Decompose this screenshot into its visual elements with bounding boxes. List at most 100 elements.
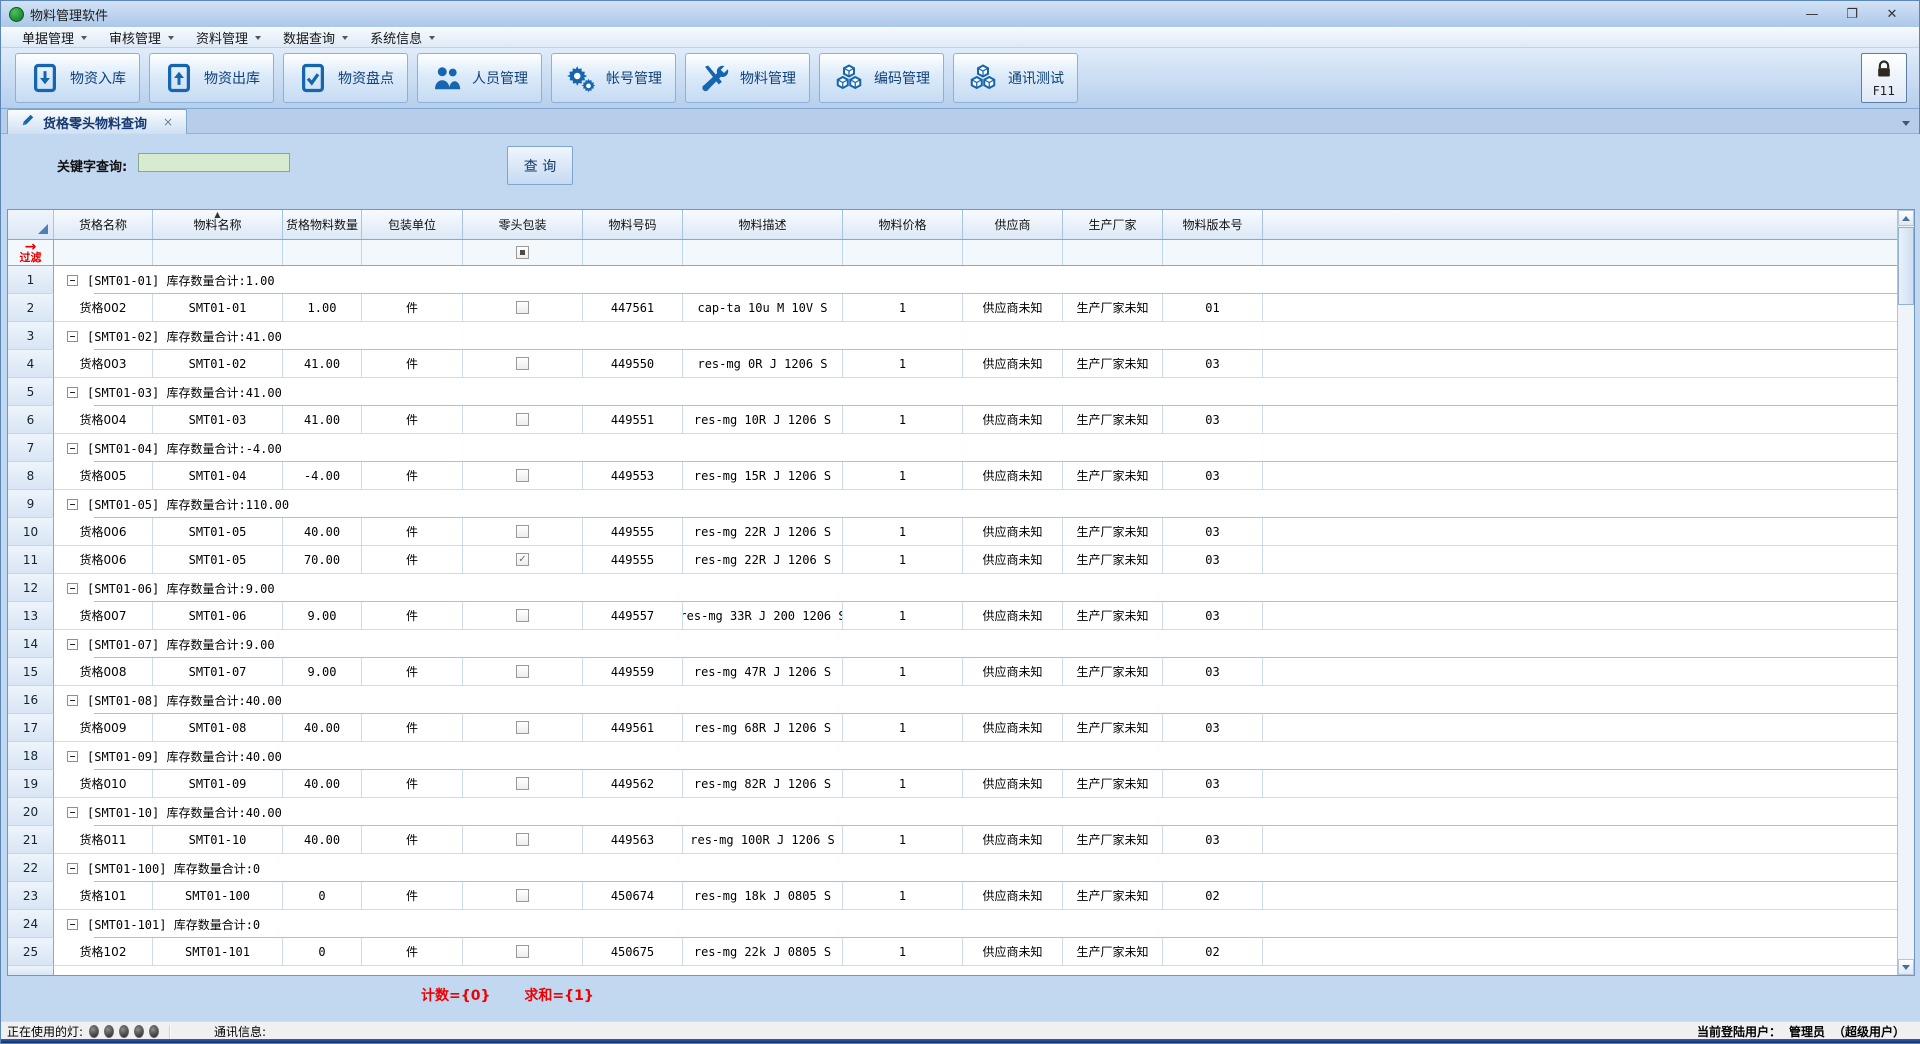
fraction-package-checkbox[interactable] <box>516 609 529 622</box>
fraction-package-checkbox[interactable] <box>516 721 529 734</box>
group-row[interactable]: 3[SMT01-02] 库存数量合计:41.00 <box>8 322 1897 350</box>
table-row[interactable]: 23货格101SMT01-1000件450674res-mg 18k J 080… <box>8 882 1897 910</box>
tab-close-icon[interactable]: × <box>155 115 173 129</box>
cell-version[interactable]: 03 <box>1163 350 1263 378</box>
filter-cell-price[interactable] <box>843 240 963 265</box>
cell-code[interactable]: 449561 <box>583 714 683 742</box>
cell-material[interactable]: SMT01-09 <box>153 770 283 798</box>
cell-price[interactable]: 1 <box>843 882 963 910</box>
cell-maker[interactable]: 生产厂家未知 <box>1063 546 1163 574</box>
fraction-package-checkbox[interactable] <box>516 413 529 426</box>
cell-supplier[interactable]: 供应商未知 <box>963 714 1063 742</box>
cell-unit[interactable]: 件 <box>362 826 463 854</box>
cell-qty[interactable]: 9.00 <box>283 602 362 630</box>
cell-code[interactable]: 447561 <box>583 294 683 322</box>
fraction-package-checkbox[interactable] <box>516 833 529 846</box>
cell-qty[interactable]: 40.00 <box>283 714 362 742</box>
column-header-maker[interactable]: 生产厂家 <box>1063 210 1163 239</box>
fraction-package-checkbox[interactable] <box>516 469 529 482</box>
cell-rack[interactable]: 货格011 <box>54 826 153 854</box>
cell-material[interactable]: SMT01-02 <box>153 350 283 378</box>
cell-supplier[interactable]: 供应商未知 <box>963 770 1063 798</box>
fraction-package-checkbox[interactable] <box>516 357 529 370</box>
filter-cell-code[interactable] <box>583 240 683 265</box>
cell-qty[interactable]: 41.00 <box>283 350 362 378</box>
cell-frac[interactable] <box>463 406 583 434</box>
cell-qty[interactable]: 1.00 <box>283 294 362 322</box>
menu-item-data-query[interactable]: 数据查询 <box>272 26 359 49</box>
cell-rack[interactable]: 货格009 <box>54 714 153 742</box>
menu-item-sys-info[interactable]: 系统信息 <box>359 26 446 49</box>
toolbar-button-stock-in[interactable]: 物资入库 <box>15 53 140 103</box>
cell-desc[interactable]: res-mg 100R J 1206 S <box>683 826 843 854</box>
cell-qty[interactable]: 40.00 <box>283 826 362 854</box>
row-number[interactable]: 10 <box>8 518 54 546</box>
cell-unit[interactable]: 件 <box>362 406 463 434</box>
fraction-package-checkbox[interactable] <box>516 945 529 958</box>
cell-qty[interactable]: 0 <box>283 882 362 910</box>
cell-supplier[interactable]: 供应商未知 <box>963 546 1063 574</box>
row-number[interactable]: 7 <box>8 434 54 462</box>
toolbar-button-coding-mgmt[interactable]: 编码管理 <box>819 53 944 103</box>
cell-unit[interactable]: 件 <box>362 882 463 910</box>
cell-supplier[interactable]: 供应商未知 <box>963 938 1063 966</box>
row-number[interactable]: 16 <box>8 686 54 714</box>
cell-desc[interactable]: res-mg 15R J 1206 S <box>683 462 843 490</box>
cell-rack[interactable]: 货格003 <box>54 350 153 378</box>
cell-version[interactable]: 03 <box>1163 658 1263 686</box>
table-row[interactable]: 6货格004SMT01-0341.00件449551res-mg 10R J 1… <box>8 406 1897 434</box>
cell-unit[interactable]: 件 <box>362 350 463 378</box>
cell-supplier[interactable]: 供应商未知 <box>963 294 1063 322</box>
cell-desc[interactable]: res-mg 33R J 200 1206 S <box>683 602 843 630</box>
cell-frac[interactable] <box>463 294 583 322</box>
filter-cell-frac[interactable] <box>463 240 583 265</box>
row-number[interactable]: 1 <box>8 266 54 294</box>
cell-version[interactable]: 03 <box>1163 602 1263 630</box>
filter-cell-supplier[interactable] <box>963 240 1063 265</box>
fraction-package-checkbox[interactable] <box>516 553 529 566</box>
cell-desc[interactable]: res-mg 18k J 0805 S <box>683 882 843 910</box>
cell-code[interactable]: 450675 <box>583 938 683 966</box>
cell-code[interactable]: 449559 <box>583 658 683 686</box>
collapse-group-icon[interactable] <box>67 639 78 650</box>
cell-qty[interactable]: -4.00 <box>283 462 362 490</box>
cell-qty[interactable]: 40.00 <box>283 518 362 546</box>
row-number[interactable]: 18 <box>8 742 54 770</box>
cell-desc[interactable]: res-mg 0R J 1206 S <box>683 350 843 378</box>
cell-frac[interactable] <box>463 714 583 742</box>
cell-rack[interactable]: 货格006 <box>54 546 153 574</box>
collapse-group-icon[interactable] <box>67 919 78 930</box>
cell-version[interactable]: 01 <box>1163 294 1263 322</box>
cell-qty[interactable]: 40.00 <box>283 770 362 798</box>
group-row[interactable]: 9[SMT01-05] 库存数量合计:110.00 <box>8 490 1897 518</box>
collapse-group-icon[interactable] <box>67 751 78 762</box>
cell-frac[interactable] <box>463 658 583 686</box>
tab-rack-fraction-query[interactable]: 货格零头物料查询 × <box>7 109 187 134</box>
cell-price[interactable]: 1 <box>843 602 963 630</box>
cell-material[interactable]: SMT01-01 <box>153 294 283 322</box>
fraction-package-checkbox[interactable] <box>516 665 529 678</box>
cell-unit[interactable]: 件 <box>362 294 463 322</box>
table-row[interactable]: 8货格005SMT01-04-4.00件449553res-mg 15R J 1… <box>8 462 1897 490</box>
cell-unit[interactable]: 件 <box>362 714 463 742</box>
cell-unit[interactable]: 件 <box>362 938 463 966</box>
cell-material[interactable]: SMT01-101 <box>153 938 283 966</box>
cell-frac[interactable] <box>463 462 583 490</box>
table-row[interactable]: 15货格008SMT01-079.00件449559res-mg 47R J 1… <box>8 658 1897 686</box>
cell-code[interactable]: 449553 <box>583 462 683 490</box>
cell-maker[interactable]: 生产厂家未知 <box>1063 770 1163 798</box>
row-number[interactable]: 14 <box>8 630 54 658</box>
row-number[interactable]: 22 <box>8 854 54 882</box>
fraction-package-checkbox[interactable] <box>516 777 529 790</box>
cell-unit[interactable]: 件 <box>362 602 463 630</box>
fraction-package-checkbox[interactable] <box>516 525 529 538</box>
row-number[interactable]: 25 <box>8 938 54 966</box>
column-header-material[interactable]: 物料名称▲ <box>153 210 283 239</box>
cell-unit[interactable]: 件 <box>362 462 463 490</box>
cell-code[interactable]: 449557 <box>583 602 683 630</box>
cell-material[interactable]: SMT01-10 <box>153 826 283 854</box>
group-row[interactable]: 5[SMT01-03] 库存数量合计:41.00 <box>8 378 1897 406</box>
filter-cell-version[interactable] <box>1163 240 1263 265</box>
fraction-package-checkbox[interactable] <box>516 301 529 314</box>
row-number[interactable]: 23 <box>8 882 54 910</box>
